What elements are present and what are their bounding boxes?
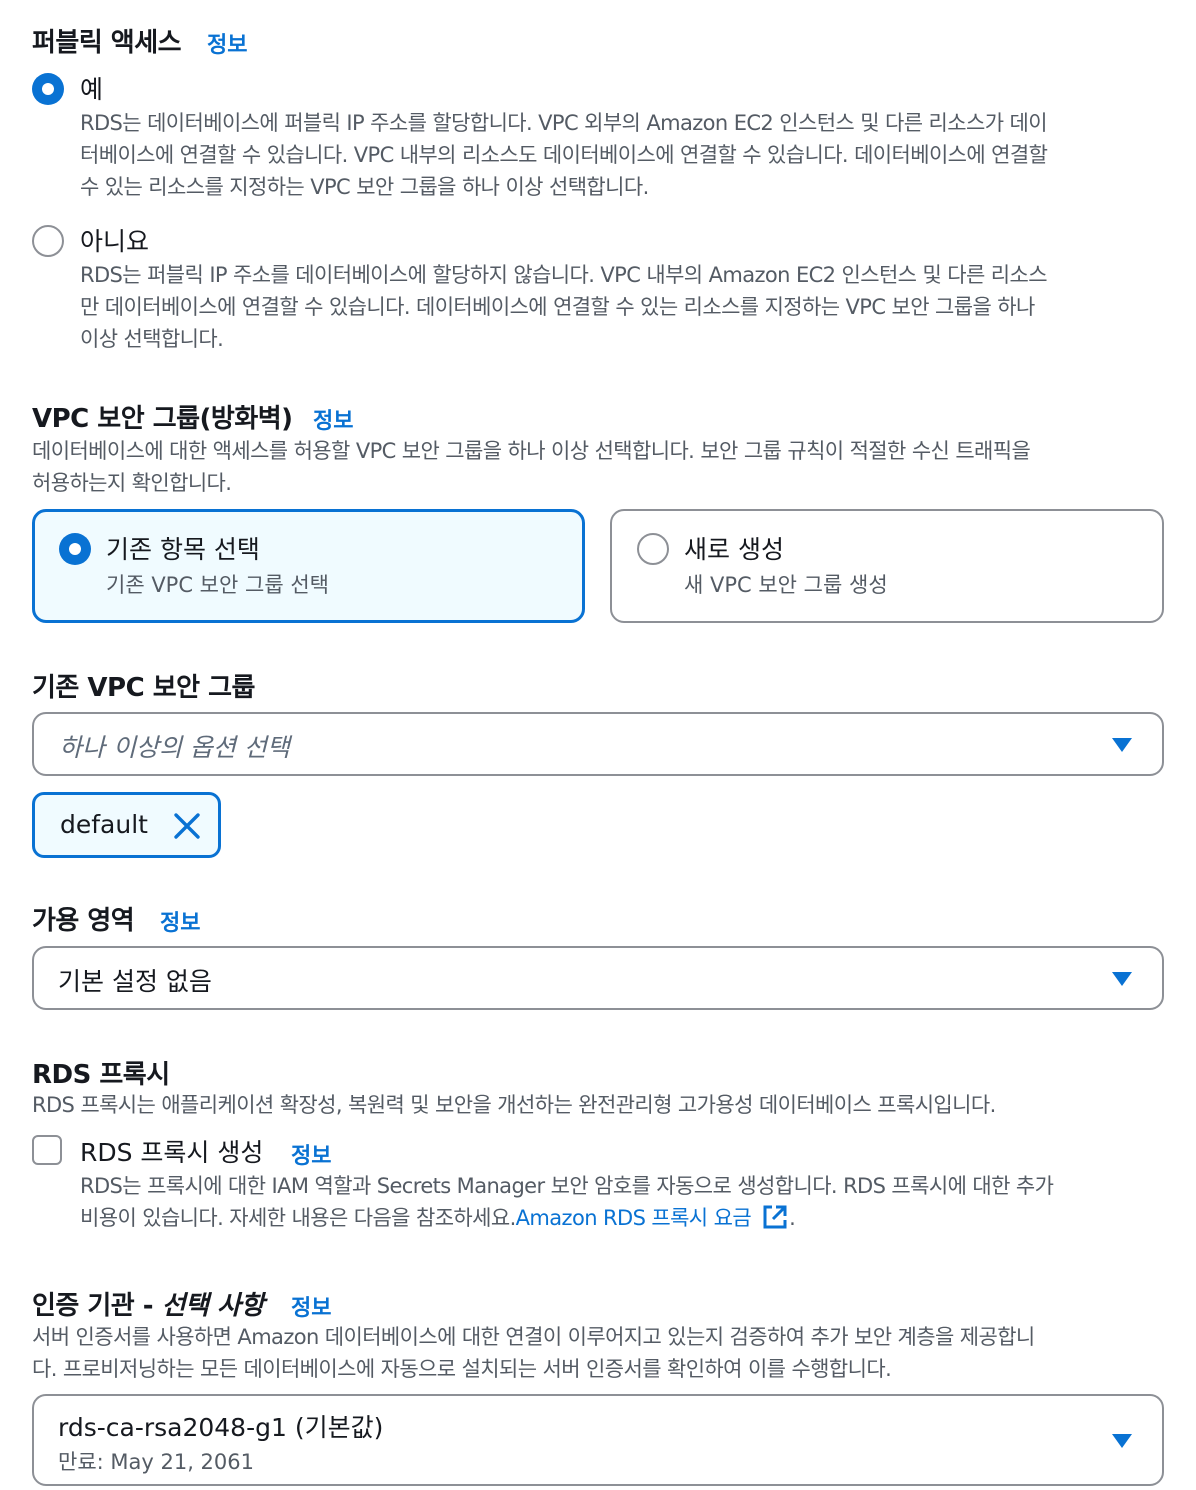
radio-unselected-icon[interactable]	[32, 225, 64, 257]
ca-select-value: rds-ca-rsa2048-g1 (기본값)	[58, 1413, 384, 1442]
az-title: 가용 영역	[32, 906, 135, 936]
rds-proxy-checkbox-description: RDS는 프록시에 대한 IAM 역할과 Secrets Manager 보안 …	[80, 1170, 1170, 1234]
rds-proxy-title: RDS 프록시	[32, 1060, 170, 1090]
desc-line: 이상 선택합니다.	[80, 327, 224, 351]
checkbox-icon[interactable]	[32, 1135, 62, 1165]
ca-title-main: 인증 기관 -	[32, 1291, 162, 1321]
public-access-no-description: RDS는 퍼블릭 IP 주소를 데이터베이스에 할당하지 않습니다. VPC 내…	[80, 259, 1170, 355]
radio-selected-icon[interactable]	[59, 533, 91, 565]
desc-line: 터베이스에 연결할 수 있습니다. VPC 내부의 리소스도 데이터베이스에 연…	[80, 143, 1048, 167]
tile-subtitle: 새 VPC 보안 그룹 생성	[684, 573, 888, 597]
ca-title: 인증 기관 - 선택 사항	[32, 1285, 264, 1322]
caret-down-icon	[1112, 738, 1132, 752]
desc-line: 서버 인증서를 사용하면 Amazon 데이터베이스에 대한 연결이 이루어지고…	[32, 1325, 1035, 1349]
existing-sg-title: 기존 VPC 보안 그룹	[32, 673, 255, 703]
multiselect-placeholder: 하나 이상의 옵션 선택	[59, 733, 290, 762]
caret-down-icon	[1112, 1434, 1132, 1448]
public-access-no-label[interactable]: 아니요	[80, 222, 149, 258]
desc-line: RDS는 퍼블릭 IP 주소를 데이터베이스에 할당하지 않습니다. VPC 내…	[80, 263, 1048, 287]
rds-proxy-info-link[interactable]: 정보	[291, 1138, 331, 1170]
az-select-value: 기본 설정 없음	[58, 967, 212, 996]
desc-line: 허용하는지 확인합니다.	[32, 471, 232, 495]
create-rds-proxy-label[interactable]: RDS 프록시 생성	[80, 1133, 263, 1169]
tile-choose-existing[interactable]: 기존 항목 선택 기존 VPC 보안 그룹 선택	[32, 509, 585, 623]
az-info-link[interactable]: 정보	[160, 905, 200, 937]
tile-title: 새로 생성	[684, 535, 784, 564]
desc-line: RDS는 데이터베이스에 퍼블릭 IP 주소를 할당합니다. VPC 외부의 A…	[80, 111, 1048, 135]
desc-text: 비용이 있습니다. 자세한 내용은 다음을 참조하세요.	[80, 1206, 516, 1230]
ca-info-link[interactable]: 정보	[291, 1290, 331, 1322]
radio-selected-icon[interactable]	[32, 73, 64, 105]
desc-line: 비용이 있습니다. 자세한 내용은 다음을 참조하세요.Amazon RDS 프…	[80, 1202, 1170, 1234]
ca-description: 서버 인증서를 사용하면 Amazon 데이터베이스에 대한 연결이 이루어지고…	[32, 1321, 1172, 1385]
token-label: default	[60, 810, 148, 839]
ca-title-optional: 선택 사항	[161, 1291, 265, 1321]
pricing-link[interactable]: Amazon RDS 프록시 요금	[516, 1206, 752, 1230]
ca-select-expiry: 만료: May 21, 2061	[58, 1450, 254, 1474]
public-access-title: 퍼블릭 액세스	[32, 28, 182, 58]
vpc-sg-description: 데이터베이스에 대한 액세스를 허용할 VPC 보안 그룹을 하나 이상 선택합…	[32, 435, 1172, 499]
vpc-sg-info-link[interactable]: 정보	[313, 403, 353, 435]
close-icon[interactable]	[172, 811, 202, 841]
external-link-icon[interactable]	[761, 1203, 789, 1231]
desc-line: RDS는 프록시에 대한 IAM 역할과 Secrets Manager 보안 …	[80, 1174, 1054, 1198]
sg-token-default: default	[32, 792, 221, 858]
desc-line: 데이터베이스에 대한 액세스를 허용할 VPC 보안 그룹을 하나 이상 선택합…	[32, 439, 1031, 463]
public-access-info-link[interactable]: 정보	[207, 27, 247, 59]
tile-title: 기존 항목 선택	[106, 535, 260, 564]
desc-line: 수 있는 리소스를 지정하는 VPC 보안 그룹을 하나 이상 선택합니다.	[80, 175, 649, 199]
tile-create-new[interactable]: 새로 생성 새 VPC 보안 그룹 생성	[610, 509, 1164, 623]
desc-text: .	[789, 1206, 796, 1230]
az-select[interactable]: 기본 설정 없음	[32, 946, 1164, 1010]
existing-sg-multiselect[interactable]: 하나 이상의 옵션 선택	[32, 712, 1164, 776]
radio-unselected-icon[interactable]	[637, 533, 669, 565]
desc-line: 다. 프로비저닝하는 모든 데이터베이스에 자동으로 설치되는 서버 인증서를 …	[32, 1357, 892, 1381]
caret-down-icon	[1112, 972, 1132, 986]
vpc-sg-title: VPC 보안 그룹(방화벽)	[32, 404, 293, 434]
public-access-yes-label[interactable]: 예	[80, 70, 103, 106]
desc-line: 만 데이터베이스에 연결할 수 있습니다. 데이터베이스에 연결할 수 있는 리…	[80, 295, 1035, 319]
public-access-yes-description: RDS는 데이터베이스에 퍼블릭 IP 주소를 할당합니다. VPC 외부의 A…	[80, 107, 1170, 203]
ca-select[interactable]: rds-ca-rsa2048-g1 (기본값) 만료: May 21, 2061	[32, 1394, 1164, 1486]
rds-proxy-description: RDS 프록시는 애플리케이션 확장성, 복원력 및 보안을 개선하는 완전관리…	[32, 1093, 996, 1117]
tile-subtitle: 기존 VPC 보안 그룹 선택	[106, 573, 329, 597]
